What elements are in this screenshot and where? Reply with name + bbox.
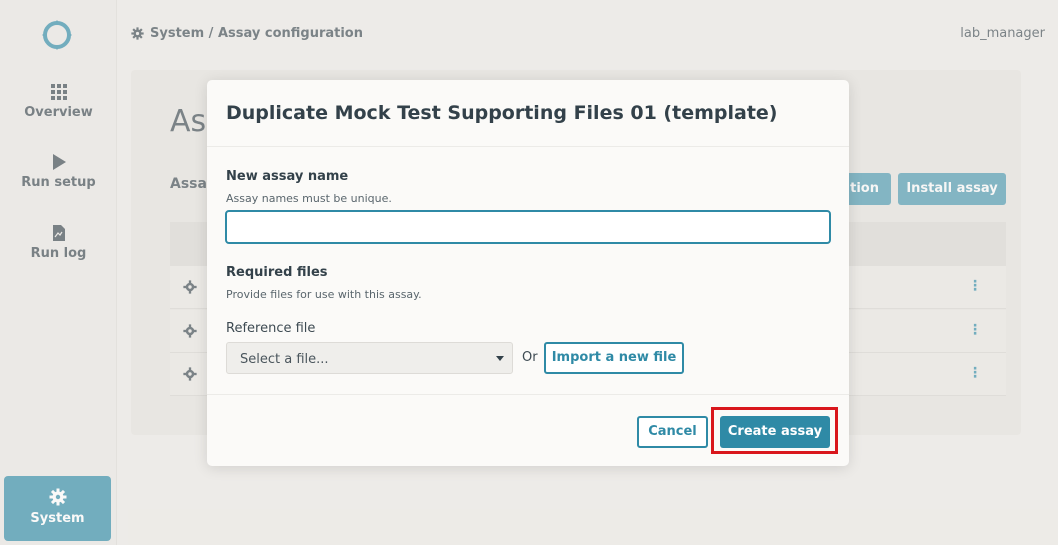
assay-name-input[interactable] xyxy=(225,210,831,244)
divider xyxy=(207,394,849,395)
reference-file-select[interactable]: Select a file... xyxy=(226,342,513,374)
divider xyxy=(207,146,849,147)
required-files-label: Required files xyxy=(226,265,328,280)
assay-name-help: Assay names must be unique. xyxy=(226,192,392,205)
create-assay-button[interactable]: Create assay xyxy=(720,416,830,448)
caret-down-icon xyxy=(496,356,504,361)
import-new-file-button[interactable]: Import a new file xyxy=(544,342,684,374)
required-files-help: Provide files for use with this assay. xyxy=(226,288,422,301)
assay-name-label: New assay name xyxy=(226,169,349,184)
cancel-button[interactable]: Cancel xyxy=(637,416,708,448)
reference-file-label: Reference file xyxy=(226,321,316,336)
duplicate-assay-dialog: Duplicate Mock Test Supporting Files 01 … xyxy=(207,80,849,466)
select-placeholder: Select a file... xyxy=(240,352,329,367)
dialog-title: Duplicate Mock Test Supporting Files 01 … xyxy=(226,102,778,124)
or-label: Or xyxy=(522,350,538,365)
